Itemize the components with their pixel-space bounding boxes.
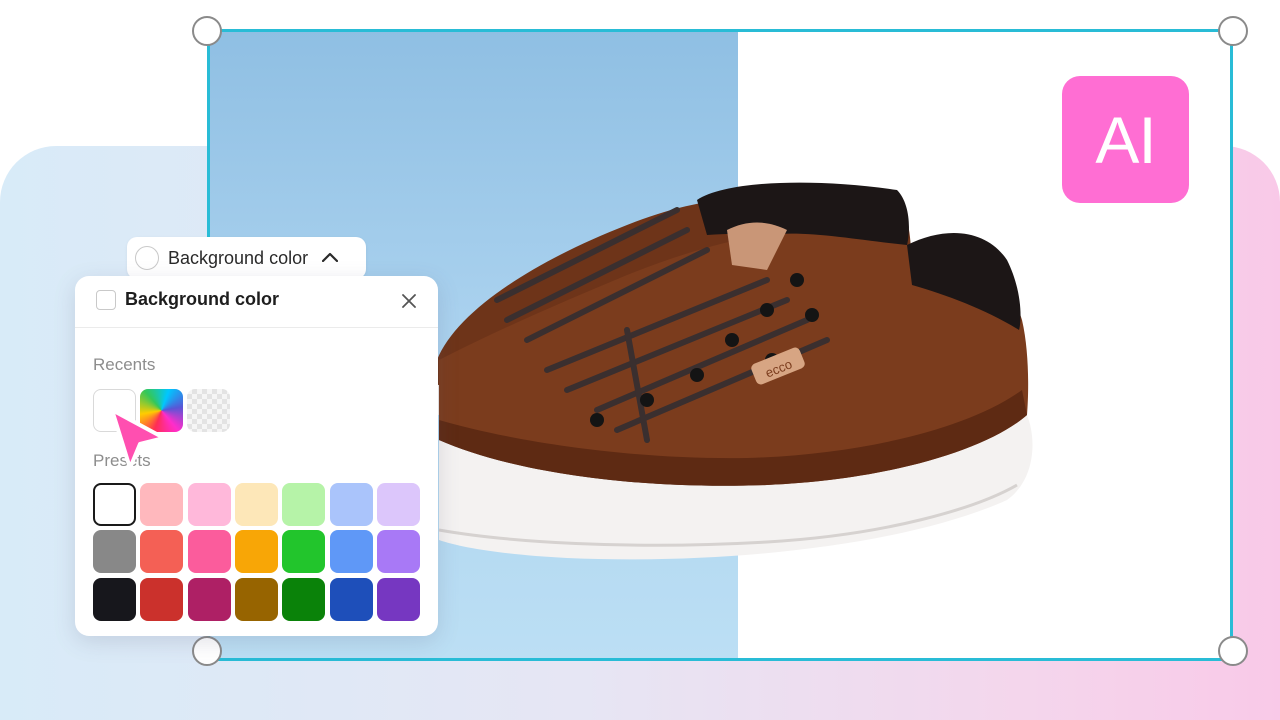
pointer-cursor-icon bbox=[110, 408, 166, 470]
preset-swatch[interactable] bbox=[187, 577, 231, 621]
preset-swatch[interactable] bbox=[234, 577, 278, 621]
panel-title: Background color bbox=[125, 289, 280, 309]
preset-swatch[interactable] bbox=[282, 530, 326, 574]
resize-handle-top-right[interactable] bbox=[1218, 16, 1248, 46]
close-icon[interactable] bbox=[397, 289, 421, 313]
preset-swatch[interactable] bbox=[187, 530, 231, 574]
preset-swatch[interactable] bbox=[140, 483, 184, 526]
preset-swatch[interactable] bbox=[329, 577, 373, 621]
preset-swatch[interactable] bbox=[282, 483, 326, 526]
chevron-up-icon bbox=[321, 249, 339, 267]
preset-swatch[interactable] bbox=[187, 483, 231, 526]
preset-swatch[interactable] bbox=[376, 483, 420, 526]
recent-transparent-swatch[interactable] bbox=[187, 389, 230, 432]
preset-swatch[interactable] bbox=[282, 577, 326, 621]
preset-swatch[interactable] bbox=[140, 577, 184, 621]
preset-swatch[interactable] bbox=[93, 577, 136, 621]
panel-header: Background color bbox=[75, 276, 438, 328]
preset-swatch[interactable] bbox=[234, 483, 278, 526]
dropdown-label: Background color bbox=[168, 247, 309, 268]
resize-handle-bottom-left[interactable] bbox=[192, 636, 222, 666]
preset-swatch[interactable] bbox=[93, 483, 136, 526]
preset-swatch[interactable] bbox=[376, 530, 420, 574]
resize-handle-top-left[interactable] bbox=[192, 16, 222, 46]
preset-swatch[interactable] bbox=[329, 483, 373, 526]
preset-swatch[interactable] bbox=[93, 530, 136, 574]
preset-swatch[interactable] bbox=[329, 530, 373, 574]
background-color-dropdown[interactable]: Background color bbox=[127, 237, 366, 279]
recents-label: Recents bbox=[93, 355, 156, 374]
current-color-swatch bbox=[135, 246, 159, 270]
preset-swatch[interactable] bbox=[234, 530, 278, 574]
preset-swatch[interactable] bbox=[376, 577, 420, 621]
panel-color-swatch bbox=[96, 290, 116, 310]
resize-handle-bottom-right[interactable] bbox=[1218, 636, 1248, 666]
ai-badge: AI bbox=[1062, 76, 1189, 203]
preset-swatch[interactable] bbox=[140, 530, 184, 574]
